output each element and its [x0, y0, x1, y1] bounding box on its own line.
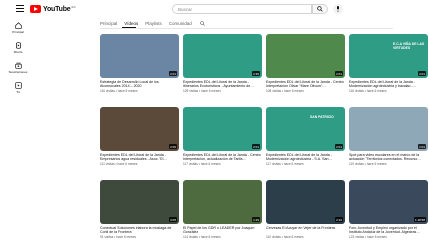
video-meta: 116 visitas • hace 6 meses — [100, 88, 138, 93]
video-card[interactable]: 2:01 Expedientes EDL del Litoral de la Ja… — [266, 34, 345, 93]
hamburger-menu-icon[interactable] — [16, 5, 24, 13]
video-duration: 2:10 — [335, 217, 343, 222]
video-meta: 111 visitas • hace 6 meses — [100, 161, 138, 166]
search-button[interactable] — [312, 4, 328, 14]
video-title[interactable]: El Papel de los GDR o LEADER por Joaquín… — [183, 226, 262, 234]
video-title[interactable]: Expedientes EDL del Litoral de la Janda … — [183, 80, 262, 88]
video-meta: 110 visitas • hace 6 meses — [266, 234, 304, 239]
video-meta: 119 visitas • hace 6 meses — [349, 161, 387, 166]
video-duration: 1:01 — [418, 144, 426, 149]
video-duration: 2:00 — [169, 144, 177, 149]
video-title[interactable]: Foro Juventud y Empleo organizado por el… — [349, 226, 428, 234]
video-thumbnail[interactable]: 2:35 — [183, 34, 262, 78]
video-duration: 2:01 — [335, 71, 343, 76]
video-meta: 123 visitas • hace 6 meses — [349, 234, 387, 239]
video-meta: 108 visitas • hace 6 meses — [266, 88, 304, 93]
video-card[interactable]: 1:01 Spot para video escolares en el marc… — [349, 107, 428, 166]
video-duration: 1:18:58 — [413, 217, 426, 222]
video-thumbnail[interactable]: 1:18:58 — [349, 180, 428, 224]
video-duration: 2:35 — [252, 71, 260, 76]
video-card[interactable]: 2:01 Expedientes EDL del Litoral de la Ja… — [183, 107, 262, 166]
video-thumbnail[interactable]: 2:01 — [100, 34, 179, 78]
mic-icon — [337, 6, 339, 12]
home-icon — [14, 22, 22, 29]
shorts-icon — [15, 42, 21, 49]
video-duration: 2:01 — [335, 144, 343, 149]
video-card[interactable]: 2:35 Expedientes EDL del Litoral de la Ja… — [183, 34, 262, 93]
tab-principal[interactable]: Principal — [100, 21, 117, 26]
channel-search-icon[interactable] — [200, 20, 205, 26]
video-duration: 1:29 — [252, 217, 260, 222]
video-title[interactable]: Expedientes EDL del Litoral de la Janda … — [349, 80, 428, 88]
search-icon — [317, 6, 323, 12]
sidebar-item-shorts[interactable]: Shorts — [4, 42, 32, 54]
video-duration: 2:01 — [418, 71, 426, 76]
video-card[interactable]: 1:18:58 Foro Juventud y Empleo organizado… — [349, 180, 428, 239]
logo-region: ES — [71, 5, 76, 9]
video-card[interactable]: 2:00 Expedientes EDL del Litoral de la Ja… — [100, 107, 179, 166]
video-card[interactable]: 2:01 Estrategia de Desarrollo Local de lo… — [100, 34, 179, 93]
video-thumbnail[interactable]: 2:10 — [266, 180, 345, 224]
video-meta: 117 visitas • hace 6 meses — [266, 161, 304, 166]
video-thumbnail[interactable]: 2:01 — [183, 107, 262, 151]
sidebar-item-label: Shorts — [13, 50, 23, 54]
library-icon — [14, 82, 22, 89]
tab-videos[interactable]: Vídeos — [124, 21, 138, 26]
video-title[interactable]: Expedientes EDL del Litoral de la Janda … — [266, 80, 345, 88]
tab-comunidad[interactable]: Comunidad — [169, 21, 192, 26]
video-meta: 117 visitas • hace 6 meses — [183, 161, 221, 166]
channel-tabs: Principal Vídeos Playlists Comunidad — [100, 19, 205, 27]
video-title[interactable]: Spot para video escolares en el marco de… — [349, 153, 428, 161]
video-title[interactable]: Cervezas El Acuyar en Vejer de la Fronte… — [266, 226, 345, 234]
top-bar: YouTube ES Buscar — [0, 0, 429, 18]
video-duration: 2:01 — [252, 144, 260, 149]
video-thumbnail[interactable]: 2:01 — [266, 34, 345, 78]
sidebar-item-subscriptions[interactable]: Suscripciones — [4, 62, 32, 74]
video-thumbnail[interactable]: 3:05 — [100, 180, 179, 224]
youtube-play-icon — [30, 5, 41, 13]
sidebar-item-label: Principal — [12, 30, 24, 34]
subscriptions-icon — [14, 62, 22, 69]
video-card[interactable]: 1:29 El Papel de los GDR o LEADER por Joa… — [183, 180, 262, 239]
video-title[interactable]: Expedientes EDL del Litoral de la Janda … — [183, 153, 262, 161]
video-title[interactable]: Conectual Soluciones elabora la mostaga … — [100, 226, 179, 234]
sidebar-item-home[interactable]: Principal — [4, 22, 32, 34]
sidebar-item-label: Tú — [16, 90, 20, 94]
video-duration: 2:01 — [169, 71, 177, 76]
video-meta: 91 visitas • hace 6 meses — [100, 234, 137, 239]
tabs-divider — [100, 28, 393, 29]
voice-search-button[interactable] — [333, 4, 343, 14]
video-card[interactable]: 2:10 Cervezas El Acuyar en Vejer de la Fr… — [266, 180, 345, 239]
search-input[interactable]: Buscar — [172, 4, 312, 14]
sidebar-item-label: Suscripciones — [8, 70, 28, 74]
video-card[interactable]: E.C.A VIÑA DE LAS VIRTUDES 2:01 Expediente… — [349, 34, 428, 93]
video-card[interactable]: SAN PATRICIO 2:01 Expedientes EDL del Lito… — [266, 107, 345, 166]
search-placeholder: Buscar — [178, 7, 193, 12]
video-thumbnail[interactable]: SAN PATRICIO 2:01 — [266, 107, 345, 151]
video-thumbnail[interactable]: E.C.A VIÑA DE LAS VIRTUDES 2:01 — [349, 34, 428, 78]
video-duration: 3:05 — [169, 217, 177, 222]
video-thumbnail[interactable]: 2:00 — [100, 107, 179, 151]
video-meta: 109 visitas • hace 6 meses — [183, 88, 221, 93]
video-title[interactable]: Expedientes EDL del Litoral de la Janda … — [100, 153, 179, 161]
video-meta: 116 visitas • hace 6 meses — [349, 88, 387, 93]
thumbnail-caption: E.C.A VIÑA DE LAS VIRTUDES — [393, 42, 425, 50]
video-title[interactable]: Estrategia de Desarrollo Local de los Al… — [100, 80, 179, 88]
thumbnail-caption: SAN PATRICIO — [310, 115, 334, 119]
video-title[interactable]: Expedientes EDL del Litoral de la Janda … — [266, 153, 345, 161]
sidebar-item-you[interactable]: Tú — [4, 82, 32, 94]
video-meta: 114 visitas • hace 6 meses — [183, 234, 221, 239]
logo-text: YouTube — [43, 5, 71, 13]
video-card[interactable]: 3:05 Conectual Soluciones elabora la most… — [100, 180, 179, 239]
video-thumbnail[interactable]: 1:29 — [183, 180, 262, 224]
youtube-logo[interactable]: YouTube ES — [30, 4, 76, 14]
tab-playlists[interactable]: Playlists — [145, 21, 162, 26]
video-thumbnail[interactable]: 1:01 — [349, 107, 428, 151]
